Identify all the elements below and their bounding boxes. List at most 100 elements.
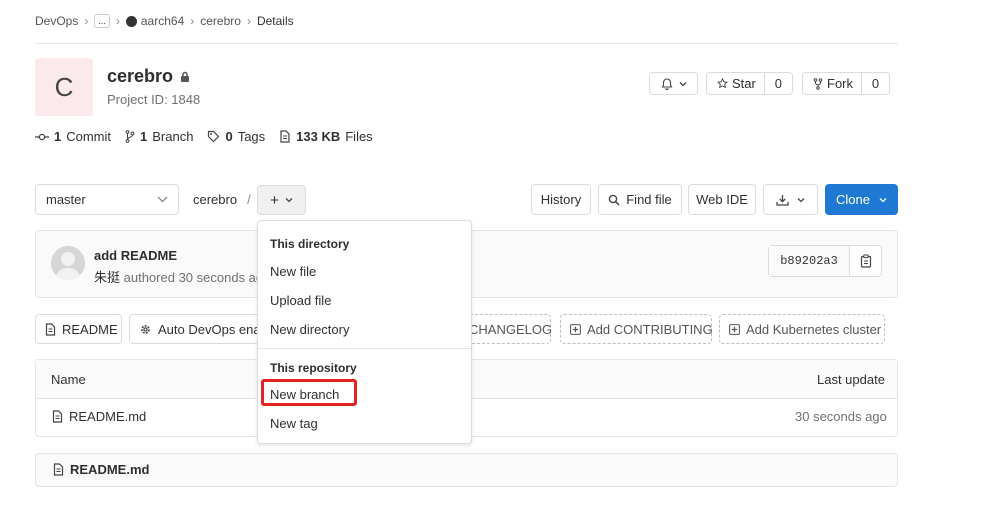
file-icon — [53, 463, 64, 476]
readme-label: README — [62, 321, 118, 337]
web-ide-label: Web IDE — [696, 192, 748, 207]
files-link[interactable]: 133 KB Files — [279, 129, 373, 144]
breadcrumb: DevOps › ... › aarch64 › cerebro › Detai… — [35, 13, 294, 29]
project-name: cerebro — [107, 66, 174, 86]
file-last-update: 30 seconds ago — [795, 409, 887, 424]
plus-icon: + — [270, 191, 279, 209]
avatar[interactable] — [51, 246, 85, 280]
breadcrumb-details[interactable]: Details — [257, 14, 294, 28]
breadcrumb-more-button[interactable]: ... — [94, 14, 110, 28]
repo-path: cerebro / — [193, 192, 251, 207]
add-dropdown-menu: This directory New file Upload file New … — [257, 220, 472, 444]
chevron-down-icon — [879, 197, 887, 203]
star-count[interactable]: 0 — [763, 73, 792, 94]
copy-sha-button[interactable] — [850, 246, 881, 276]
chevron-right-icon: › — [190, 14, 195, 28]
project-id: Project ID: 1848 — [107, 92, 201, 107]
star-label: Star — [732, 76, 756, 91]
fork-count[interactable]: 0 — [861, 73, 889, 94]
history-label: History — [540, 192, 582, 207]
dropdown-divider — [258, 348, 471, 349]
tags-count: 0 — [225, 129, 233, 144]
dropdown-section-this-directory: This directory — [270, 237, 350, 251]
menu-item-upload-file[interactable]: Upload file — [270, 293, 331, 308]
plus-square-icon — [729, 323, 740, 335]
commit-title[interactable]: add README — [94, 248, 177, 263]
clone-button[interactable]: Clone — [825, 184, 898, 215]
table-row[interactable]: README.md — [52, 409, 146, 424]
branch-select[interactable]: master — [35, 184, 179, 215]
commit-author[interactable]: 朱挺 — [94, 270, 120, 285]
readme-button[interactable]: README — [35, 314, 122, 344]
chevron-down-icon — [157, 196, 168, 203]
menu-item-new-tag[interactable]: New tag — [270, 416, 318, 431]
column-header-last-update: Last update — [817, 372, 885, 387]
breadcrumb-devops[interactable]: DevOps — [35, 14, 78, 28]
add-kubernetes-button[interactable]: Add Kubernetes cluster — [719, 314, 885, 344]
file-name[interactable]: README.md — [69, 409, 146, 424]
breadcrumb-cerebro[interactable]: cerebro — [200, 14, 241, 28]
fork-button[interactable]: Fork 0 — [802, 72, 890, 95]
star-icon — [717, 78, 728, 89]
bell-icon — [661, 77, 673, 90]
auto-devops-button[interactable]: Auto DevOps enal — [129, 314, 259, 344]
commit-meta: 朱挺 authored 30 seconds ag — [94, 267, 263, 286]
download-button[interactable] — [763, 184, 818, 215]
readme-panel — [35, 453, 898, 487]
branches-count: 1 — [140, 129, 148, 144]
commit-sha-group: b89202a3 — [768, 245, 882, 277]
web-ide-button[interactable]: Web IDE — [688, 184, 756, 215]
kubernetes-label: Add Kubernetes cluster — [746, 321, 882, 337]
files-icon — [279, 130, 291, 143]
plus-square-icon — [570, 323, 581, 335]
project-stats: 1 Commit 1 Branch 0 Tags 133 KB Files — [35, 129, 373, 144]
column-header-name: Name — [51, 372, 86, 387]
breadcrumb-aarch64[interactable]: aarch64 — [141, 14, 184, 28]
group-avatar-icon — [125, 15, 137, 27]
repo-path-root[interactable]: cerebro — [193, 192, 237, 207]
chevron-right-icon: › — [115, 14, 120, 28]
chevron-down-icon — [679, 81, 687, 87]
branch-select-value: master — [46, 192, 86, 207]
add-dropdown-button[interactable]: + — [257, 185, 306, 215]
branch-icon — [125, 130, 135, 143]
star-button[interactable]: Star 0 — [706, 72, 793, 95]
project-title: cerebro — [107, 66, 190, 87]
find-file-button[interactable]: Find file — [598, 184, 682, 215]
fork-label: Fork — [827, 76, 853, 91]
commits-link[interactable]: 1 Commit — [35, 129, 111, 144]
chevron-right-icon: › — [84, 14, 89, 28]
add-contributing-button[interactable]: Add CONTRIBUTING — [560, 314, 713, 344]
project-avatar: C — [35, 58, 93, 116]
commit-sha[interactable]: b89202a3 — [769, 246, 850, 276]
menu-item-new-file[interactable]: New file — [270, 264, 316, 279]
commit-icon — [35, 132, 49, 142]
history-button[interactable]: History — [531, 184, 591, 215]
fork-icon — [813, 77, 823, 90]
files-size: 133 KB — [296, 129, 341, 144]
highlight-annotation — [261, 379, 357, 406]
readme-filename: README.md — [70, 462, 150, 477]
notification-button[interactable] — [649, 72, 698, 95]
path-separator: / — [247, 192, 251, 207]
search-icon — [608, 194, 620, 206]
file-icon — [52, 410, 63, 423]
dropdown-section-this-repository: This repository — [270, 361, 357, 375]
clone-label: Clone — [836, 192, 870, 207]
files-label: Files — [345, 129, 373, 144]
readme-header: README.md — [53, 462, 149, 477]
commit-time: authored 30 seconds ag — [123, 270, 264, 285]
commits-label: Commit — [66, 129, 112, 144]
document-icon — [45, 322, 56, 336]
auto-devops-label: Auto DevOps enal — [158, 321, 259, 337]
add-changelog-button[interactable]: CHANGELOG — [465, 314, 552, 344]
branches-link[interactable]: 1 Branch — [125, 129, 193, 144]
chevron-down-icon — [797, 197, 805, 203]
chevron-right-icon: › — [246, 14, 251, 28]
branches-label: Branch — [152, 129, 194, 144]
lock-icon — [180, 71, 190, 83]
tags-label: Tags — [237, 129, 266, 144]
divider — [35, 43, 898, 44]
tags-link[interactable]: 0 Tags — [207, 129, 265, 144]
menu-item-new-directory[interactable]: New directory — [270, 322, 349, 337]
